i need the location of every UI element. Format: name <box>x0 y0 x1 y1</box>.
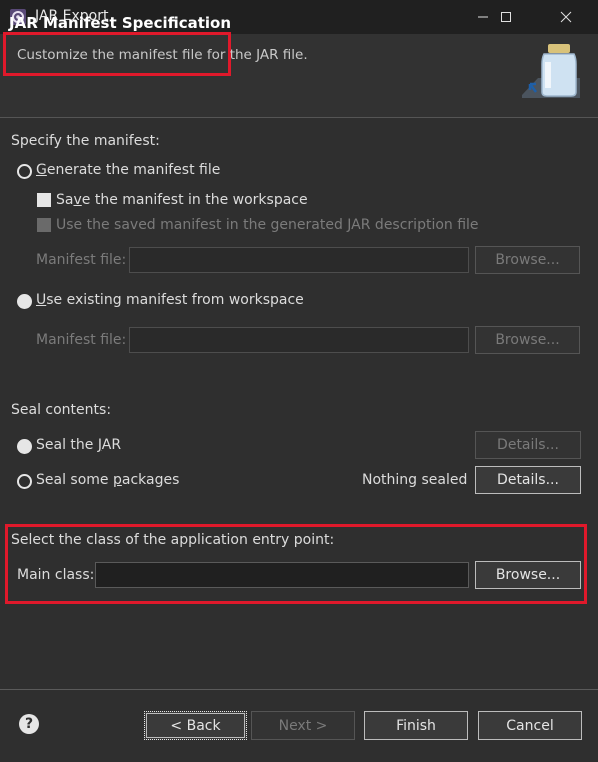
next-button: Next > <box>251 711 355 740</box>
use-saved-manifest-checkbox <box>37 218 51 232</box>
save-manifest-label[interactable]: Save the manifest in the workspace <box>56 192 308 208</box>
generate-manifest-radio[interactable] <box>17 164 32 179</box>
use-existing-manifest-label[interactable]: Use existing manifest from workspace <box>36 292 304 308</box>
seal-section-label: Seal contents: <box>11 402 112 418</box>
seal-jar-details-button: Details... <box>475 431 581 459</box>
close-button[interactable] <box>543 0 589 34</box>
browse-button-2: Browse... <box>475 326 580 354</box>
main-class-label: Main class: <box>17 567 95 583</box>
finish-button[interactable]: Finish <box>364 711 468 740</box>
page-description: Customize the manifest file for the JAR … <box>17 47 308 63</box>
browse-button-1: Browse... <box>475 246 580 274</box>
seal-jar-label[interactable]: Seal the JAR <box>36 437 121 453</box>
manifest-file-label-1: Manifest file: <box>36 252 127 268</box>
save-manifest-checkbox[interactable] <box>37 193 51 207</box>
manifest-file-label-2: Manifest file: <box>36 332 127 348</box>
seal-some-details-button[interactable]: Details... <box>475 466 581 494</box>
use-saved-manifest-label: Use the saved manifest in the generated … <box>56 217 479 233</box>
close-icon <box>560 11 572 23</box>
jar-icon <box>522 44 580 98</box>
main-class-browse-button[interactable]: Browse... <box>475 561 581 589</box>
manifest-section-label: Specify the manifest: <box>11 133 160 149</box>
entry-point-section-label: Select the class of the application entr… <box>11 532 335 548</box>
question-mark-icon[interactable]: ? <box>19 714 39 734</box>
manifest-file-field-1 <box>129 247 469 273</box>
back-button[interactable]: < Back <box>144 711 247 740</box>
cancel-button[interactable]: Cancel <box>478 711 582 740</box>
seal-some-packages-label[interactable]: Seal some packages <box>36 472 179 488</box>
seal-some-packages-radio[interactable] <box>17 474 32 489</box>
footer-separator <box>0 689 598 690</box>
generate-manifest-label[interactable]: Generate the manifest file <box>36 162 220 178</box>
maximize-icon <box>501 12 511 22</box>
page-title: JAR Manifest Specification <box>9 14 232 32</box>
use-existing-manifest-radio[interactable] <box>17 294 32 309</box>
main-class-input[interactable] <box>95 562 469 588</box>
seal-jar-radio[interactable] <box>17 439 32 454</box>
manifest-file-field-2 <box>129 327 469 353</box>
seal-status-text: Nothing sealed <box>362 472 468 488</box>
maximize-button[interactable] <box>483 0 529 34</box>
